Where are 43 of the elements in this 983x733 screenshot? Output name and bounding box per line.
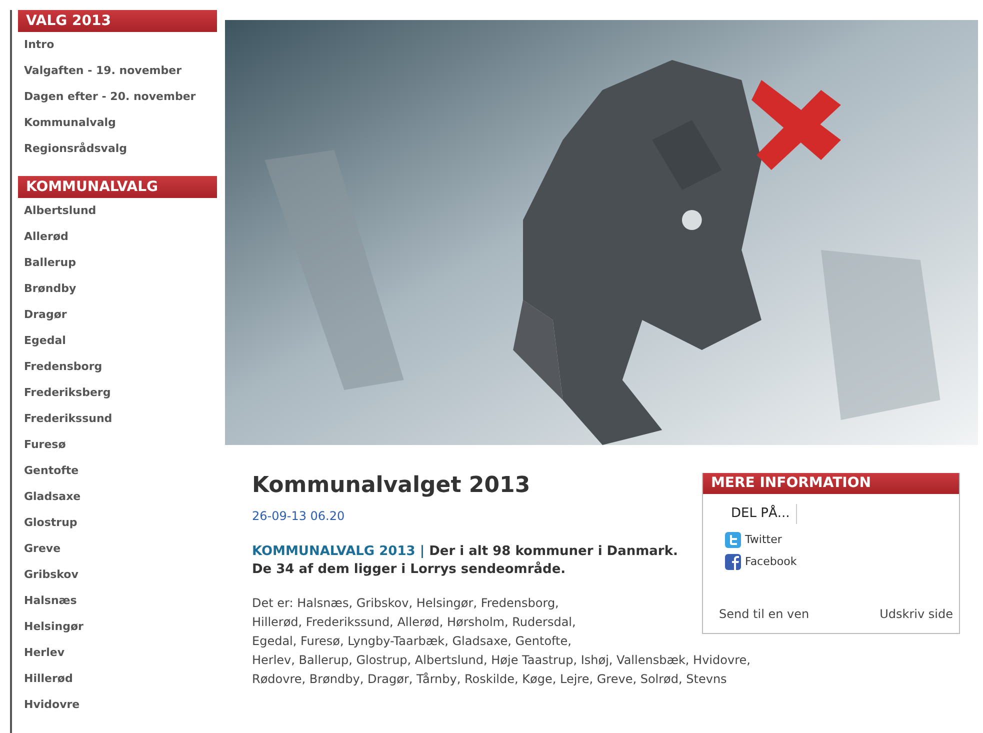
sidebar-link[interactable]: Gladsaxe	[12, 484, 215, 510]
body-text-line: Herlev, Ballerup, Glostrup, Albertslund, Høje Taastrup, Ishøj, Vallensbæk, Hvidovre,	[252, 652, 750, 670]
body-text-line: Rødovre, Brøndby, Dragør, Tårnby, Roskilde, Køge, Lejre, Greve, Solrød, Stevns	[252, 671, 727, 688]
sidebar-link[interactable]: Gentofte	[12, 458, 215, 484]
article-title: Kommunalvalget 2013	[252, 473, 530, 500]
sidebar-link[interactable]: Frederikssund	[12, 406, 215, 432]
sidebar-link[interactable]: Frederiksberg	[12, 380, 215, 406]
sidebar-link[interactable]: Hvidovre	[12, 692, 215, 718]
footer-link[interactable]: Udskriv side	[880, 604, 953, 622]
share-label: DEL PÅ...	[731, 504, 797, 524]
sidebar-link[interactable]: Furesø	[12, 432, 215, 458]
sidebar-link[interactable]: Greve	[12, 536, 215, 562]
sidebar-heading: KOMMUNALVALG	[18, 176, 217, 198]
info-heading: MERE INFORMATION	[703, 473, 959, 494]
facebook-icon	[725, 554, 741, 570]
article-date: 26-09-13 06.20	[252, 508, 345, 526]
sidebar-link[interactable]: Egedal	[12, 328, 215, 354]
sidebar-link[interactable]: Helsingør	[12, 614, 215, 640]
sidebar-link[interactable]: Regionsrådsvalg	[12, 136, 215, 162]
sidebar-link[interactable]: Brøndby	[12, 276, 215, 302]
share-link[interactable]: Facebook	[725, 554, 797, 570]
sidebar-link[interactable]: Glostrup	[12, 510, 215, 536]
sidebar-heading: VALG 2013	[18, 10, 217, 32]
sidebar-link[interactable]: Albertslund	[12, 198, 215, 224]
body-text-line: Egedal, Furesø, Lyngby-Taarbæk, Gladsaxe, Gentofte,	[252, 633, 572, 650]
sidebar-link[interactable]: Halsnæs	[12, 588, 215, 614]
sidebar-link[interactable]: Allerød	[12, 224, 215, 250]
footer-link[interactable]: Send til en ven	[719, 604, 810, 622]
sidebar-link[interactable]: Dagen efter - 20. november	[12, 84, 215, 110]
sidebar-link[interactable]: Valgaften - 19. november	[12, 58, 215, 84]
twitter-icon	[725, 532, 741, 548]
sidebar-link[interactable]: Herlev	[12, 640, 215, 666]
sidebar-link[interactable]: Gribskov	[12, 562, 215, 588]
lead-paragraph: KOMMUNALVALG 2013 | Der i alt 98 kommuner i Danmark. De 34 af dem ligger i Lorrys sendeområde.	[252, 543, 679, 578]
sidebar-link[interactable]: Hillerød	[12, 666, 215, 692]
share-link[interactable]: Twitter	[725, 532, 782, 548]
sidebar-link[interactable]: Kommunalvalg	[12, 110, 215, 136]
body-text-line: Hillerød, Frederikssund, Allerød, Hørsholm, Rudersdal,	[252, 614, 576, 632]
sidebar-link[interactable]: Dragør	[12, 302, 215, 328]
sidebar-link[interactable]: Ballerup	[12, 250, 215, 276]
sidebar-link[interactable]: Intro	[12, 32, 215, 58]
sidebar-link[interactable]: Fredensborg	[12, 354, 215, 380]
body-text-line: Det er: Halsnæs, Gribskov, Helsingør, Fredensborg,	[252, 595, 559, 612]
